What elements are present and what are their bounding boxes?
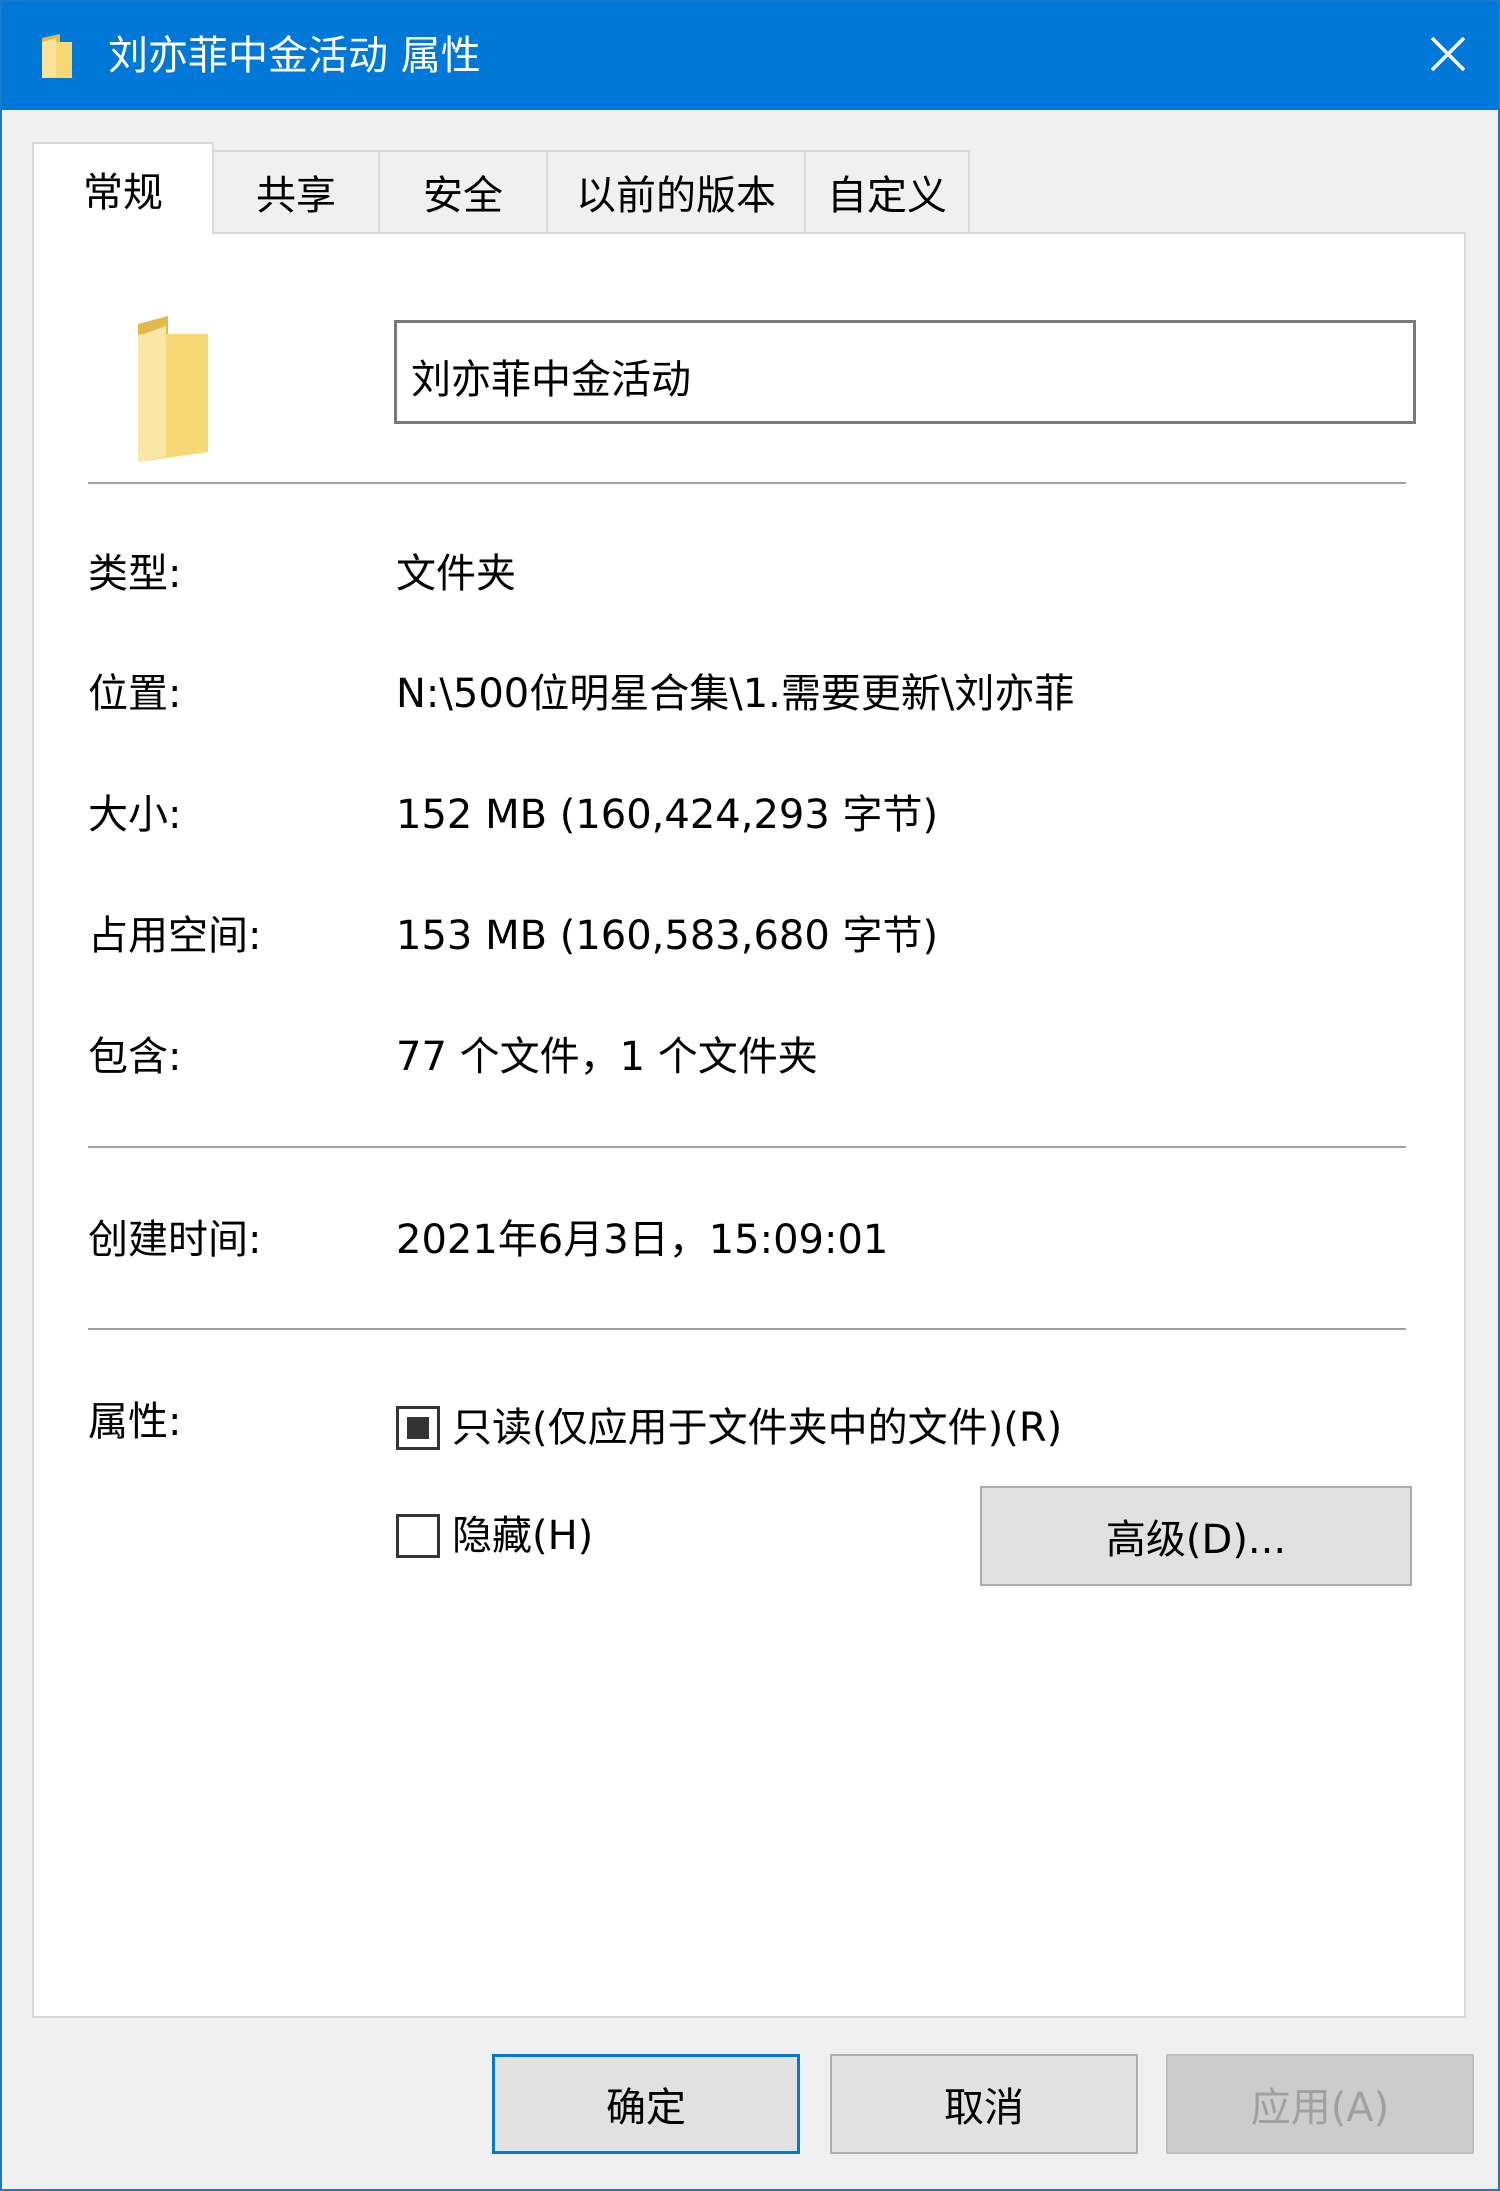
window-title: 刘亦菲中金活动 属性 — [108, 33, 481, 79]
close-icon — [1428, 34, 1468, 78]
size-on-disk-value: 153 MB (160,583,680 字节) — [396, 913, 939, 959]
tab-security[interactable]: 安全 — [378, 150, 548, 232]
separator — [88, 1146, 1406, 1148]
readonly-checkbox-label[interactable]: 只读(仅应用于文件夹中的文件)(R) — [452, 1400, 1062, 1456]
location-value: N:\500位明星合集\1.需要更新\刘亦菲 — [396, 671, 1075, 717]
folder-icon — [104, 314, 224, 464]
title-bar[interactable]: 刘亦菲中金活动 属性 — [2, 2, 1498, 110]
properties-dialog: 刘亦菲中金活动 属性 常规 共享 安全 以前的版本 自定义 类型: 文件夹 位置… — [0, 0, 1500, 2191]
location-label: 位置: — [88, 671, 182, 717]
created-label: 创建时间: — [88, 1217, 262, 1263]
created-value: 2021年6月3日，15:09:01 — [396, 1217, 889, 1263]
apply-button[interactable]: 应用(A) — [1166, 2054, 1474, 2154]
contains-value: 77 个文件，1 个文件夹 — [396, 1034, 818, 1080]
size-label: 大小: — [88, 792, 182, 838]
hidden-checkbox-label[interactable]: 隐藏(H) — [452, 1508, 593, 1564]
folder-name-input[interactable] — [394, 320, 1416, 424]
separator — [88, 482, 1406, 484]
size-on-disk-label: 占用空间: — [88, 913, 262, 959]
advanced-button[interactable]: 高级(D)... — [980, 1486, 1412, 1586]
separator — [88, 1328, 1406, 1330]
contains-label: 包含: — [88, 1034, 182, 1080]
close-button[interactable] — [1398, 2, 1498, 110]
tab-sharing[interactable]: 共享 — [212, 150, 380, 232]
hidden-checkbox[interactable] — [396, 1514, 440, 1558]
tab-customize[interactable]: 自定义 — [804, 150, 970, 232]
tab-previous-versions[interactable]: 以前的版本 — [546, 150, 806, 232]
type-value: 文件夹 — [396, 551, 516, 597]
tab-general[interactable]: 常规 — [32, 142, 214, 234]
attributes-label: 属性: — [88, 1399, 182, 1445]
type-label: 类型: — [88, 551, 182, 597]
cancel-button[interactable]: 取消 — [830, 2054, 1138, 2154]
general-panel: 类型: 文件夹 位置: N:\500位明星合集\1.需要更新\刘亦菲 大小: 1… — [32, 232, 1466, 2018]
size-value: 152 MB (160,424,293 字节) — [396, 792, 939, 838]
readonly-checkbox[interactable] — [396, 1406, 440, 1450]
ok-button[interactable]: 确定 — [492, 2054, 800, 2154]
folder-icon — [38, 32, 78, 80]
